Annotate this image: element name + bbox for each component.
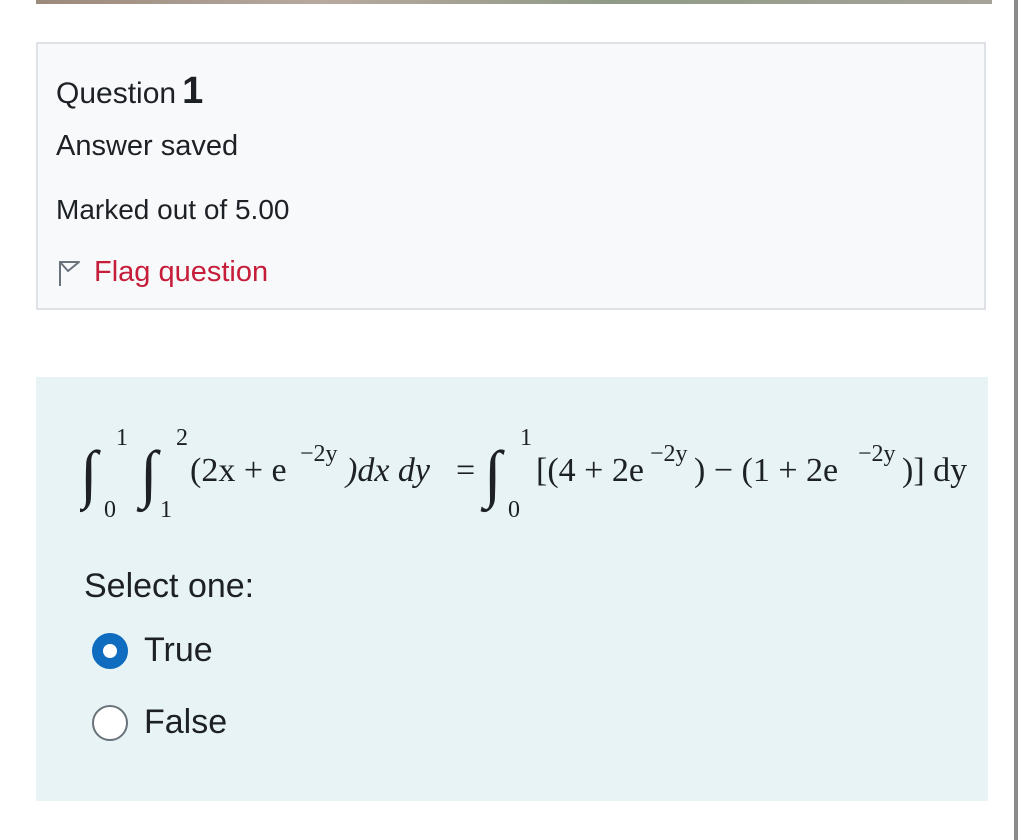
rhs-upper: 1 [520, 425, 532, 451]
scrollbar-edge [1014, 0, 1018, 840]
top-border-strip [36, 0, 992, 4]
option-false-label[interactable]: False [144, 703, 227, 742]
question-grade: Marked out of 5.00 [56, 194, 290, 225]
lhs-exponent: −2y [300, 441, 338, 467]
lhs-outer-upper: 1 [116, 425, 128, 451]
integral-sign: ∫ [80, 438, 101, 513]
question-content-panel: ∫ 1 0 ∫ 2 1 (2x + e −2y )dx dy = ∫ 1 0 [… [36, 377, 988, 801]
rhs-lower: 0 [508, 497, 520, 523]
flag-question-link[interactable]: Flag question [56, 256, 268, 289]
integral-sign: ∫ [136, 438, 161, 513]
option-true-label[interactable]: True [144, 631, 213, 670]
rhs-part-b: ) − (1 + 2e [694, 452, 838, 489]
select-one-prompt: Select one: [84, 567, 255, 605]
flag-outline-icon [59, 260, 80, 286]
option-true[interactable]: True [92, 631, 213, 670]
equals-sign: = [456, 452, 475, 489]
rhs-exponent-1: −2y [650, 441, 688, 467]
rhs-exponent-2: −2y [858, 441, 896, 467]
integral-formula: ∫ 1 0 ∫ 2 1 (2x + e −2y )dx dy = ∫ 1 0 [… [80, 425, 967, 523]
question-state: Answer saved [56, 130, 239, 162]
question-number: 1 [182, 70, 204, 112]
question-info-panel: Question 1 Answer saved Marked out of 5.0… [36, 42, 986, 310]
integral-sign: ∫ [480, 438, 505, 513]
lhs-inner-lower: 1 [160, 497, 172, 523]
question-label-text: Question [56, 77, 177, 110]
lhs-tail: )dx dy [344, 452, 431, 489]
rhs-part-c: )] dy [902, 452, 967, 489]
question-number-label: Question 1 [56, 70, 203, 113]
lhs-inner-upper: 2 [176, 425, 188, 451]
lhs-outer-lower: 0 [104, 497, 116, 523]
radio-true[interactable] [92, 632, 128, 669]
flag-question-label: Flag question [94, 256, 269, 288]
rhs-part-a: [(4 + 2e [536, 452, 644, 489]
lhs-integrand: (2x + e [190, 452, 287, 489]
radio-false[interactable] [92, 704, 128, 741]
option-false[interactable]: False [92, 703, 227, 742]
